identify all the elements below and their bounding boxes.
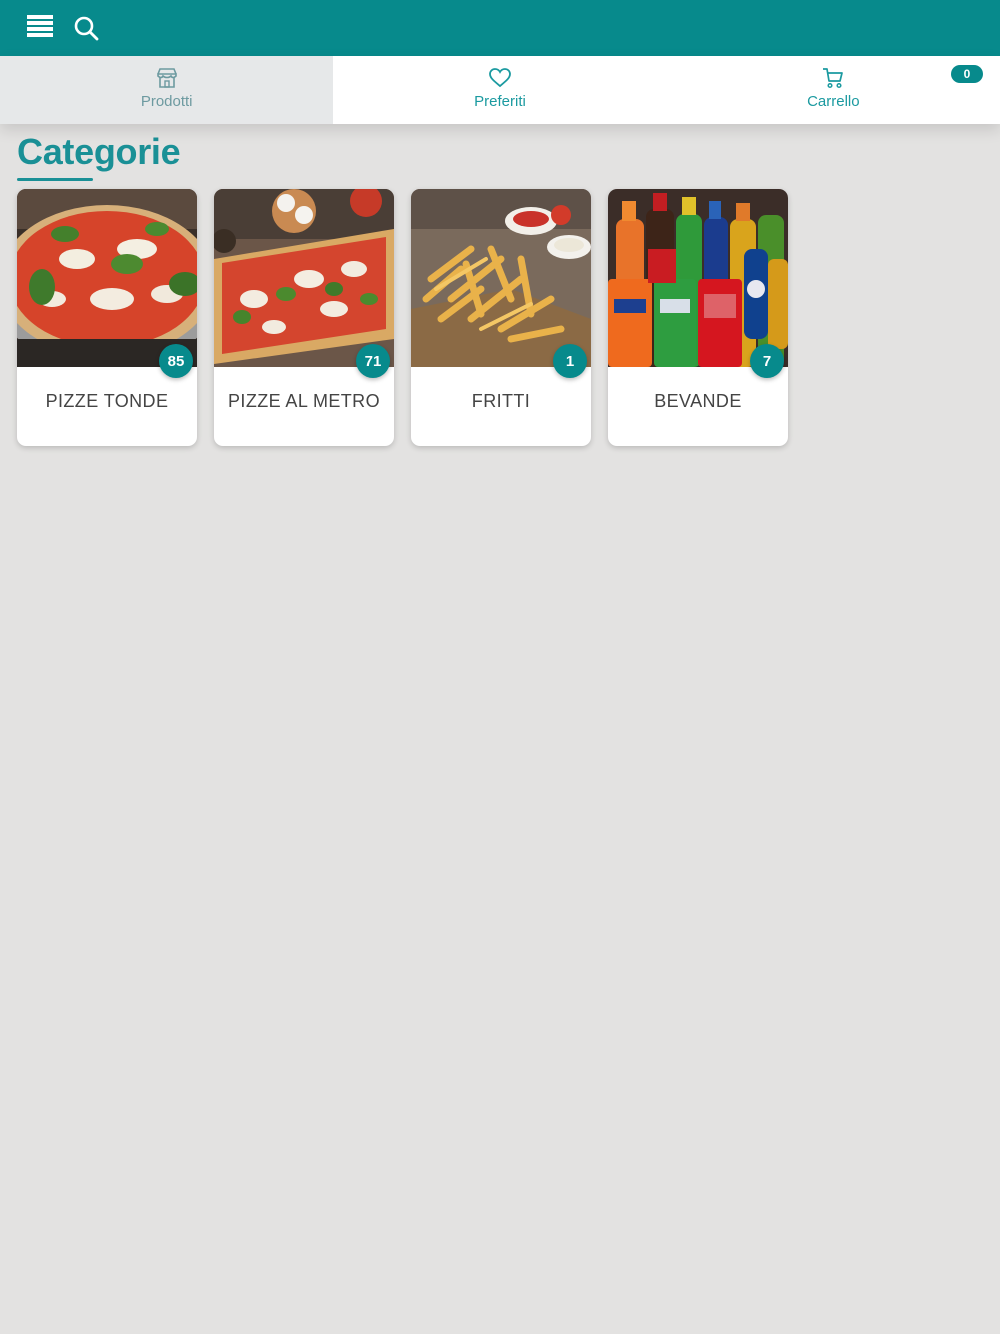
- category-name: FRITTI: [471, 391, 531, 411]
- title-underline: [17, 178, 93, 181]
- category-name: PIZZE TONDE: [45, 391, 169, 411]
- search-icon: [74, 16, 99, 41]
- cart-count-badge: 0: [950, 65, 983, 83]
- soft-drinks-image: [608, 189, 788, 367]
- product-count-badge: 71: [356, 344, 390, 378]
- french-fries-image: [411, 189, 591, 367]
- tab-label: Preferiti: [474, 93, 526, 110]
- category-card-pizze-tonde[interactable]: 85 PIZZE TONDE: [17, 189, 197, 446]
- category-name: PIZZE AL METRO: [228, 391, 380, 411]
- category-name: BEVANDE: [654, 391, 742, 411]
- menu-icon: [27, 15, 53, 37]
- search-button[interactable]: [68, 10, 104, 46]
- tab-prodotti[interactable]: Prodotti: [0, 56, 334, 124]
- tab-bar: Prodotti Preferiti Carrello 0: [0, 56, 1000, 124]
- product-count-badge: 7: [750, 344, 784, 378]
- pizza-by-the-meter-image: [214, 189, 394, 367]
- tab-label: Carrello: [807, 93, 860, 110]
- category-card-bevande[interactable]: 7 BEVANDE: [608, 189, 788, 446]
- top-app-bar: [0, 0, 1000, 56]
- menu-button[interactable]: [22, 10, 58, 46]
- category-list: 85 PIZZE TONDE 71 PIZZE AL METRO 1 FRITT…: [17, 189, 788, 446]
- tab-label: Prodotti: [140, 93, 193, 110]
- cart-icon: [820, 65, 846, 91]
- page-title: Categorie: [17, 131, 181, 172]
- tab-preferiti[interactable]: Preferiti: [333, 56, 666, 124]
- category-card-fritti[interactable]: 1 FRITTI: [411, 189, 591, 446]
- product-count-badge: 85: [159, 344, 193, 378]
- round-pizza-image: [17, 189, 197, 367]
- tab-carrello[interactable]: Carrello 0: [667, 56, 1000, 124]
- store-icon: [154, 65, 180, 91]
- product-count-badge: 1: [553, 344, 587, 378]
- category-card-pizze-al-metro[interactable]: 71 PIZZE AL METRO: [214, 189, 394, 446]
- heart-icon: [487, 65, 513, 91]
